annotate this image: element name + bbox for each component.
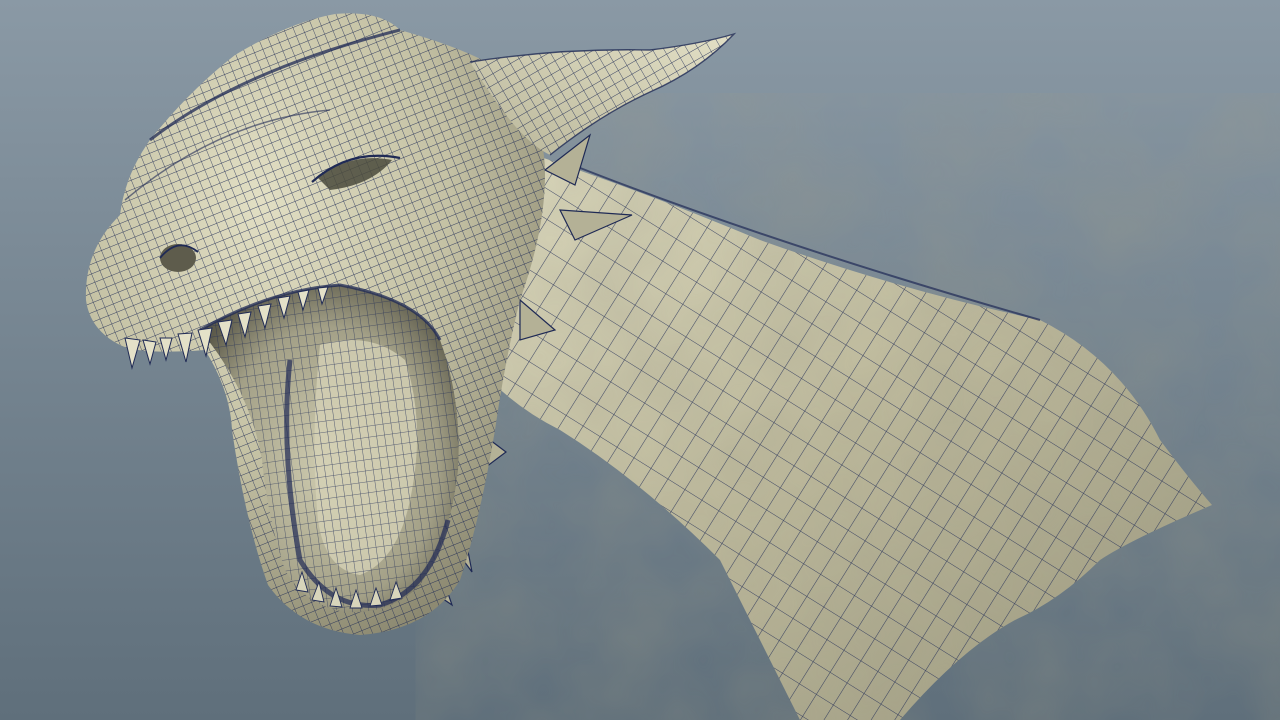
viewport-canvas[interactable] bbox=[0, 0, 1280, 720]
3d-viewport[interactable] bbox=[0, 0, 1280, 720]
